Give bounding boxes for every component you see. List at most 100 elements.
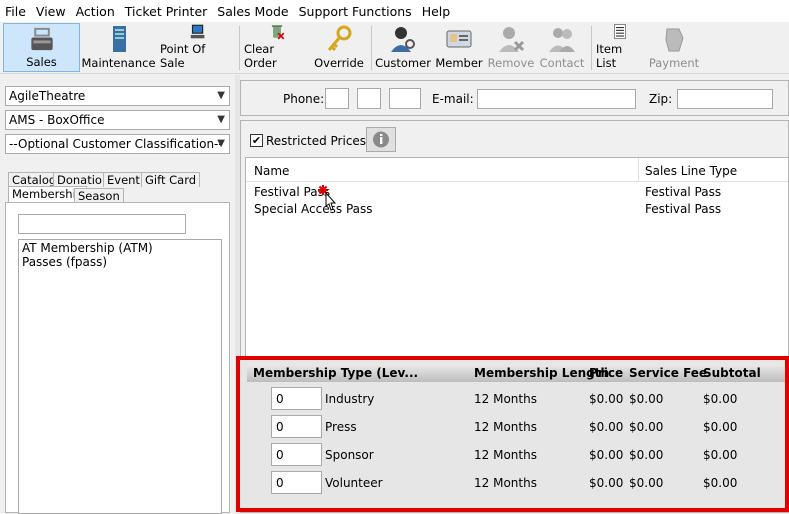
subtotal: $0.00 [703, 448, 738, 462]
zip-field[interactable] [677, 89, 773, 109]
menu-view[interactable]: View [31, 4, 71, 19]
classification-value: --Optional Customer Classification-- [9, 137, 223, 151]
restricted-prices-label: Restricted Prices [266, 134, 367, 148]
organization-value: AgileTheatre [9, 89, 86, 103]
menu-sales-mode[interactable]: Sales Mode [212, 4, 293, 19]
quantity-input[interactable]: 0 [271, 443, 322, 466]
subtotal: $0.00 [703, 420, 738, 434]
catalog-search-input[interactable] [18, 214, 186, 234]
quantity-input[interactable]: 0 [271, 471, 322, 494]
menu-action[interactable]: Action [71, 4, 120, 19]
remove-button[interactable]: Remove [487, 23, 535, 72]
table-row: 0 Industry 12 Months $0.00 $0.00 $0.00 [247, 385, 785, 413]
tab-event[interactable]: Event [103, 172, 144, 187]
location-dropdown[interactable]: AMS - BoxOffice ▼ [5, 110, 230, 130]
cash-register-icon [30, 27, 53, 51]
items-table-header: Name Sales Line Type [246, 158, 788, 182]
email-label: E-mail: [432, 92, 474, 106]
restricted-prices-checkbox[interactable]: ✔ [250, 134, 263, 147]
point-of-sale-button[interactable]: Point Of Sale [160, 23, 233, 72]
list-icon [614, 24, 626, 39]
chevron-down-icon: ▼ [217, 114, 225, 125]
organization-dropdown[interactable]: AgileTheatre ▼ [5, 86, 230, 106]
price: $0.00 [589, 392, 624, 406]
item-list-button[interactable]: Item List [596, 23, 644, 72]
column-header-name[interactable]: Name [254, 164, 289, 178]
membership-type: Sponsor [325, 448, 374, 462]
remove-person-icon [499, 27, 525, 52]
list-item[interactable]: AT Membership (ATM) [22, 241, 153, 255]
membership-type: Press [325, 420, 357, 434]
monitor-icon [190, 24, 204, 39]
contact-search-bar: Phone: E-mail: Zip: [240, 80, 789, 116]
column-header-membership-type[interactable]: Membership Type (Lev... [253, 366, 418, 380]
toolbar-separator [371, 26, 372, 70]
price: $0.00 [589, 476, 624, 490]
payment-button[interactable]: Payment [648, 23, 700, 72]
item-type: Festival Pass [645, 202, 722, 216]
menu-bar: File View Action Ticket Printer Sales Mo… [0, 0, 789, 22]
phone-area-input[interactable] [325, 88, 349, 109]
customer-label: Customer [375, 56, 431, 70]
zip-label: Zip: [649, 92, 673, 106]
payment-label: Payment [648, 56, 700, 70]
customer-search-icon [391, 27, 415, 52]
item-list-label: Item List [596, 42, 623, 70]
service-fee: $0.00 [629, 392, 664, 406]
table-row: 0 Sponsor 12 Months $0.00 $0.00 $0.00 [247, 441, 785, 469]
column-header-price[interactable]: Price [589, 366, 623, 380]
clear-order-button[interactable]: Clear Order [244, 23, 310, 72]
quantity-input[interactable]: 0 [271, 387, 322, 410]
override-button[interactable]: Override [313, 23, 365, 72]
sales-label: Sales [26, 55, 57, 69]
point-of-sale-label: Point Of Sale [160, 42, 206, 70]
subtotal: $0.00 [703, 476, 738, 490]
membership-length: 12 Months [474, 420, 537, 434]
maintenance-button[interactable]: Maintenance [81, 23, 156, 72]
membership-type-section: Membership Type (Lev... Membership Lengt… [236, 356, 789, 512]
payment-hand-icon [665, 28, 684, 52]
column-divider [638, 158, 639, 182]
server-icon [112, 26, 126, 52]
membership-type: Volunteer [325, 476, 383, 490]
menu-help[interactable]: Help [417, 4, 456, 19]
tab-gift-card[interactable]: Gift Card [141, 172, 201, 187]
items-table: Name Sales Line Type Festival Pass Festi… [245, 157, 789, 357]
member-button[interactable]: Member [435, 23, 483, 72]
busy-pointer-icon [318, 185, 337, 211]
contact-people-icon [549, 28, 575, 52]
clear-order-label: Clear Order [244, 42, 277, 70]
phone-prefix-input[interactable] [357, 88, 381, 109]
quantity-input[interactable]: 0 [271, 415, 322, 438]
location-value: AMS - BoxOffice [9, 113, 105, 127]
chevron-down-icon: ▼ [217, 138, 225, 149]
service-fee: $0.00 [629, 448, 664, 462]
menu-file[interactable]: File [0, 4, 31, 19]
column-header-sales-line-type[interactable]: Sales Line Type [645, 164, 737, 178]
list-item[interactable]: Passes (fpass) [22, 255, 107, 269]
membership-table-header: Membership Type (Lev... Membership Lengt… [247, 364, 785, 382]
customer-button[interactable]: Customer [375, 23, 431, 72]
price: $0.00 [589, 448, 624, 462]
table-row: 0 Press 12 Months $0.00 $0.00 $0.00 [247, 413, 785, 441]
menu-support-functions[interactable]: Support Functions [294, 4, 417, 19]
trash-clear-icon [271, 25, 285, 40]
service-fee: $0.00 [629, 476, 664, 490]
email-field[interactable] [477, 89, 636, 109]
table-row: 0 Volunteer 12 Months $0.00 $0.00 $0.00 [247, 469, 785, 497]
menu-ticket-printer[interactable]: Ticket Printer [120, 4, 213, 19]
column-header-service-fee[interactable]: Service Fee [629, 366, 707, 380]
tab-season[interactable]: Season [74, 188, 124, 203]
contact-button[interactable]: Contact [538, 23, 586, 72]
info-button[interactable] [366, 127, 396, 152]
phone-number-input[interactable] [389, 88, 421, 109]
catalog-pane: AT Membership (ATM) Passes (fpass) [5, 202, 230, 514]
sales-button[interactable]: Sales [3, 23, 80, 72]
subtotal: $0.00 [703, 392, 738, 406]
remove-label: Remove [487, 56, 535, 70]
toolbar-separator [239, 26, 240, 70]
classification-dropdown[interactable]: --Optional Customer Classification-- ▼ [5, 134, 230, 154]
item-name: Special Access Pass [254, 202, 373, 216]
catalog-list: AT Membership (ATM) Passes (fpass) [18, 239, 222, 514]
column-header-subtotal[interactable]: Subtotal [703, 366, 761, 380]
